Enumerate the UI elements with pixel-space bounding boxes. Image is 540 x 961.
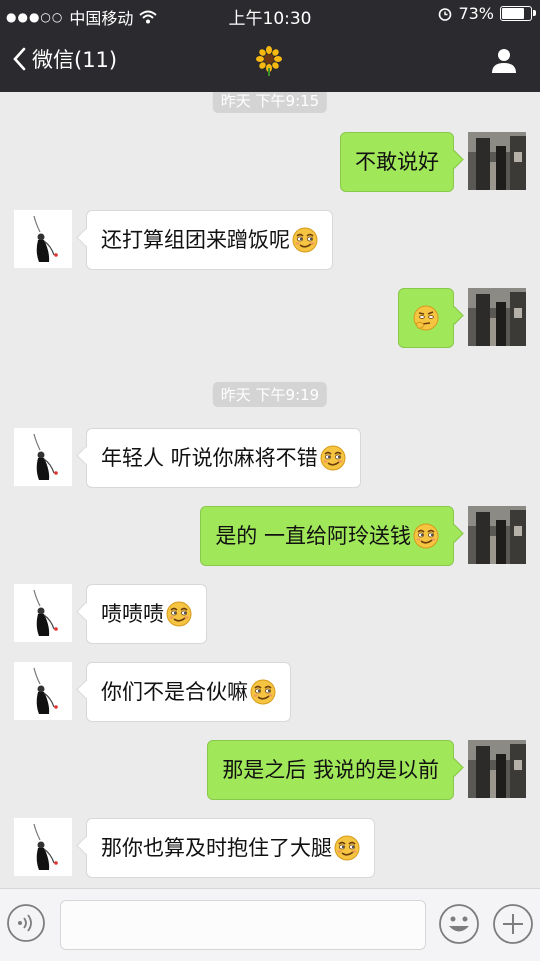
avatar[interactable] bbox=[14, 818, 72, 876]
avatar[interactable] bbox=[14, 210, 72, 268]
message-bubble[interactable]: 那你也算及时抱住了大腿 bbox=[86, 818, 375, 878]
message-received[interactable]: 你们不是合伙嘛 bbox=[14, 662, 291, 722]
message-bubble[interactable]: 你们不是合伙嘛 bbox=[86, 662, 291, 722]
avatar[interactable] bbox=[14, 428, 72, 486]
smirk-emoji-icon bbox=[319, 445, 346, 471]
message-sent[interactable]: 不敢说好 bbox=[340, 132, 526, 192]
smirk-emoji-icon bbox=[166, 601, 192, 627]
message-bubble[interactable] bbox=[398, 288, 454, 348]
message-bubble[interactable]: 年轻人 听说你麻将不错 bbox=[86, 428, 361, 488]
alarm-clock-icon bbox=[439, 7, 452, 21]
timestamp-pill: 昨天 下午9:19 bbox=[212, 382, 328, 407]
message-sent[interactable] bbox=[398, 288, 526, 348]
avatar[interactable] bbox=[14, 662, 72, 720]
message-sent[interactable]: 是的 一直给阿玲送钱 bbox=[200, 506, 526, 566]
message-bubble[interactable]: 不敢说好 bbox=[340, 132, 454, 192]
battery-percent: 73% bbox=[458, 4, 494, 23]
smirk-emoji-icon bbox=[250, 679, 276, 705]
top-bar: ●●●○○ 中国移动 上午10:30 73% 微信(11) bbox=[0, 0, 540, 92]
message-received[interactable]: 啧啧啧 bbox=[14, 584, 207, 644]
message-input[interactable] bbox=[60, 900, 426, 950]
avatar[interactable] bbox=[468, 288, 526, 346]
nav-bar: 微信(11) bbox=[0, 30, 540, 92]
smirk-emoji-icon bbox=[334, 835, 360, 861]
message-received[interactable]: 还打算组团来蹭饭呢 bbox=[14, 210, 333, 270]
chevron-left-icon bbox=[13, 47, 26, 71]
avatar[interactable] bbox=[468, 506, 526, 564]
smirk-emoji-icon bbox=[292, 227, 318, 253]
message-bubble[interactable]: 还打算组团来蹭饭呢 bbox=[86, 210, 333, 270]
status-bar: ●●●○○ 中国移动 上午10:30 73% bbox=[0, 0, 540, 30]
message-received[interactable]: 那你也算及时抱住了大腿 bbox=[14, 818, 375, 878]
message-bubble[interactable]: 那是之后 我说的是以前 bbox=[207, 740, 454, 800]
input-bar bbox=[0, 888, 540, 961]
message-bubble[interactable]: 是的 一直给阿玲送钱 bbox=[200, 506, 454, 566]
plus-icon[interactable] bbox=[492, 903, 534, 945]
battery-icon bbox=[500, 6, 536, 21]
voice-icon[interactable] bbox=[6, 903, 46, 943]
back-label: 微信(11) bbox=[32, 48, 118, 72]
emoji-face-icon[interactable] bbox=[438, 903, 480, 945]
avatar[interactable] bbox=[14, 584, 72, 642]
smirk-emoji-icon bbox=[413, 523, 439, 549]
sunflower-icon bbox=[256, 46, 282, 76]
back-button[interactable]: 微信(11) bbox=[12, 44, 117, 74]
thinking-emoji-icon bbox=[413, 305, 439, 331]
message-received[interactable]: 年轻人 听说你麻将不错 bbox=[14, 428, 361, 488]
message-sent[interactable]: 那是之后 我说的是以前 bbox=[207, 740, 526, 800]
avatar[interactable] bbox=[468, 132, 526, 190]
person-icon[interactable] bbox=[490, 46, 518, 74]
avatar[interactable] bbox=[468, 740, 526, 798]
chat-area[interactable]: 昨天 下午9:15 不敢说好 还打算组团来蹭饭呢 昨天 下午9:19 年轻人 听… bbox=[0, 92, 540, 888]
timestamp-pill: 昨天 下午9:15 bbox=[212, 92, 328, 113]
message-bubble[interactable]: 啧啧啧 bbox=[86, 584, 207, 644]
